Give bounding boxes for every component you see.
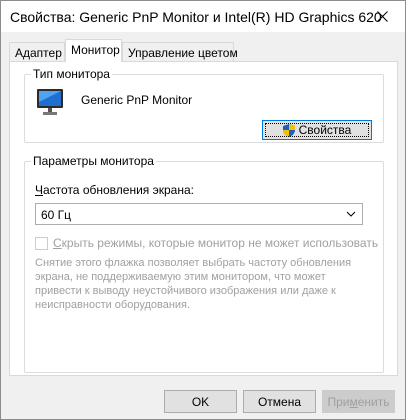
hide-modes-help-text: Снятие этого флажка позволяет выбрать ча… xyxy=(35,257,352,311)
monitor-params-group: Параметры монитора Частота обновления эк… xyxy=(24,154,384,373)
refresh-rate-label-accel: Ч xyxy=(35,183,43,197)
tab-adapter[interactable]: Адаптер xyxy=(9,42,65,62)
apply-button[interactable]: При м енить xyxy=(322,390,395,413)
title-bar: Свойства: Generic PnP Monitor и Intel(R)… xyxy=(1,1,405,32)
properties-button-label: Свойства xyxy=(298,123,352,137)
close-icon xyxy=(376,11,388,22)
properties-dialog: Свойства: Generic PnP Monitor и Intel(R)… xyxy=(0,0,406,420)
ok-button[interactable]: OK xyxy=(164,390,237,413)
apply-label-post: енить xyxy=(357,394,390,409)
chevron-down-icon xyxy=(346,211,356,217)
tab-monitor[interactable]: Монитор xyxy=(65,39,122,62)
apply-label-accel: м xyxy=(349,394,358,409)
hide-modes-checkbox[interactable] xyxy=(35,237,48,250)
hide-modes-label-text: крыть режимы, которые монитор не может и… xyxy=(61,236,379,250)
monitor-name: Generic PnP Monitor xyxy=(81,93,193,107)
cancel-button[interactable]: Отмена xyxy=(243,390,316,413)
apply-label-pre: При xyxy=(327,394,350,409)
close-button[interactable] xyxy=(359,1,405,32)
hide-modes-label-accel: С xyxy=(53,236,62,250)
monitor-tab-panel: Тип монитора Generic PnP Monitor Свойств… xyxy=(9,61,398,376)
refresh-rate-select[interactable]: 60 Гц xyxy=(35,203,363,225)
refresh-rate-label-text: астота обновления экрана: xyxy=(43,183,194,197)
window-title: Свойства: Generic PnP Monitor и Intel(R)… xyxy=(10,9,382,25)
monitor-type-legend: Тип монитора xyxy=(31,67,112,81)
monitor-icon xyxy=(37,89,63,115)
monitor-type-group: Тип монитора Generic PnP Monitor Свойств… xyxy=(24,67,384,143)
monitor-params-legend: Параметры монитора xyxy=(31,154,156,168)
hide-modes-label: Скрыть режимы, которые монитор не может … xyxy=(53,236,378,250)
refresh-rate-label: Частота обновления экрана: xyxy=(35,183,194,197)
properties-button[interactable]: Свойства xyxy=(262,120,372,140)
shield-icon xyxy=(282,123,295,137)
tab-color-management[interactable]: Управление цветом xyxy=(122,42,238,62)
refresh-rate-value: 60 Гц xyxy=(41,208,72,222)
